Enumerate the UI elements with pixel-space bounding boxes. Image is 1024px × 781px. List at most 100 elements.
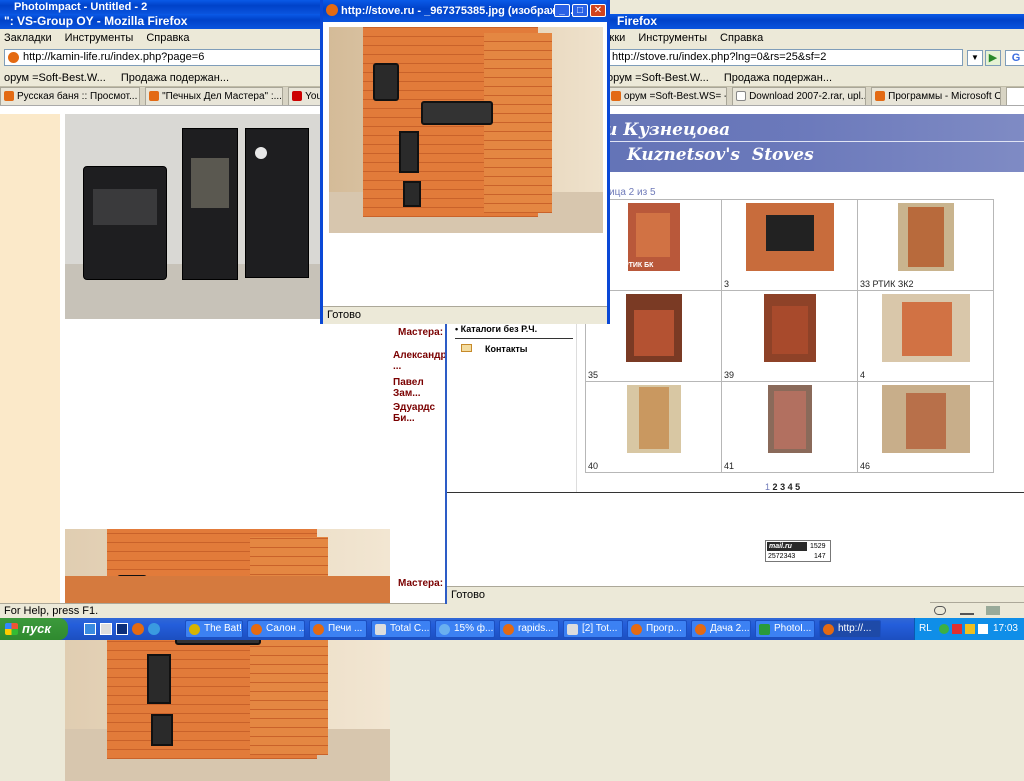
envelope-icon xyxy=(461,344,472,352)
minimize-button[interactable]: _ xyxy=(554,4,570,17)
master-eduards-link[interactable]: Эдуардс Би... xyxy=(393,402,450,424)
taskbar-item-rapidshare[interactable]: rapids... xyxy=(499,620,559,638)
mailru-logo: mail.ru xyxy=(767,542,807,551)
popup-titlebar[interactable]: http://stove.ru - _967375385.jpg (изобра… xyxy=(323,0,607,22)
sidebar-item-catalogs[interactable]: • Каталоги без Р.Ч. xyxy=(455,324,537,334)
ie-icon[interactable] xyxy=(148,623,160,635)
banner-title-ru: и Кузнецова xyxy=(605,120,731,140)
master-alexander-link[interactable]: Александр ... xyxy=(393,350,450,372)
taskbar-item-thebat[interactable]: The Bat! xyxy=(185,620,243,638)
window-title: ": VS-Group OY - Mozilla Firefox xyxy=(4,14,188,28)
image-popup-window: http://stove.ru - _967375385.jpg (изобра… xyxy=(320,0,610,324)
meter-icon xyxy=(960,606,974,615)
page-link-5[interactable]: 5 xyxy=(795,482,800,492)
counter-value: 147 xyxy=(814,553,826,560)
tab-download[interactable]: Download 2007-2.rar, upl... xyxy=(732,87,867,105)
firefox-icon[interactable] xyxy=(132,623,144,635)
tray-icon[interactable] xyxy=(952,624,962,634)
tab-active[interactable]: Пе xyxy=(1006,87,1024,105)
bookmark-sale[interactable]: Продажа подержан... xyxy=(121,72,229,84)
brick-stove-photo[interactable] xyxy=(65,529,390,781)
tab-russian-bath[interactable]: Русская баня :: Просмот... xyxy=(0,87,140,105)
window-title: http://stove.ru - _967375385.jpg (изобра… xyxy=(341,5,580,17)
status-icons xyxy=(930,602,1024,618)
tab-favicon xyxy=(611,91,621,101)
page-link-4[interactable]: 4 xyxy=(788,482,793,492)
close-button[interactable]: ✕ xyxy=(590,4,606,17)
taskbar-item-download[interactable]: 15% ф... xyxy=(435,620,495,638)
taskbar-item-dacha[interactable]: Дача 2... xyxy=(691,620,751,638)
clock[interactable]: 17:03 xyxy=(993,623,1018,634)
site-favicon xyxy=(8,52,19,63)
taskbar-item-programs[interactable]: Прогр... xyxy=(627,620,687,638)
thumb-cell[interactable]: 33 РТИК ЗК2 xyxy=(857,199,994,291)
status-bar: Готово xyxy=(323,306,607,324)
pagination: 1 2 3 4 5 xyxy=(765,482,800,492)
tab-favicon xyxy=(875,91,886,101)
url-text: http://kamin-life.ru/index.php?page=6 xyxy=(23,51,205,63)
youtube-icon xyxy=(292,91,303,101)
quicklaunch-icon[interactable] xyxy=(116,623,128,635)
tab-favicon xyxy=(149,91,160,101)
window-title: PhotoImpact - Untitled - 2 xyxy=(14,1,148,13)
page-counter-text: ица 2 из 5 xyxy=(609,187,656,198)
maximize-button[interactable]: □ xyxy=(572,4,588,17)
window-title: Firefox xyxy=(617,14,658,28)
left-margin-decor xyxy=(0,114,60,604)
taskbar-item-totalcmd-2[interactable]: [2] Tot... xyxy=(563,620,623,638)
status-bar: For Help, press F1. xyxy=(0,603,450,618)
taskbar-item-totalcmd[interactable]: Total C... xyxy=(371,620,431,638)
mailru-counter[interactable]: mail.ru 1529 2572343 147 xyxy=(765,540,831,562)
taskbar-item-pechi[interactable]: Печи ... xyxy=(309,620,367,638)
popup-content xyxy=(323,22,607,306)
page-link-2[interactable]: 2 xyxy=(773,482,778,492)
menu-help[interactable]: Справка xyxy=(720,32,763,44)
dropdown-arrow-icon[interactable]: ▼ xyxy=(967,50,983,66)
thumb-cell[interactable]: 4 xyxy=(857,290,994,382)
tab-stove-masters[interactable]: "Печных Дел Мастера" :... xyxy=(145,87,284,105)
tab-forum[interactable]: орум =Soft-Best.WS= -... xyxy=(607,87,727,105)
language-indicator[interactable]: RL xyxy=(919,618,932,640)
bookmark-forum[interactable]: орум =Soft-Best.W... xyxy=(4,72,106,84)
monitor-icon xyxy=(986,606,1000,615)
sidebar-item-contacts[interactable]: Контакты xyxy=(485,344,527,354)
taskbar-item-photoimpact[interactable]: PhotoI... xyxy=(755,620,815,638)
menu-tools[interactable]: Инструменты xyxy=(638,32,707,44)
taskbar-item-salon[interactable]: Салон ... xyxy=(247,620,305,638)
tab-favicon xyxy=(4,91,14,101)
quicklaunch-icon[interactable] xyxy=(84,623,96,635)
volume-icon[interactable] xyxy=(978,624,988,634)
google-search-icon[interactable]: G xyxy=(1005,50,1024,66)
go-arrow-icon[interactable]: ▶ xyxy=(985,50,1001,66)
brick-stove-image[interactable] xyxy=(329,27,603,233)
page-icon xyxy=(736,91,747,101)
menu-help[interactable]: Справка xyxy=(146,32,189,44)
bookmark-forum[interactable]: орум =Soft-Best.W... xyxy=(607,72,709,84)
windows-logo-icon xyxy=(5,623,18,635)
thumb-cell[interactable]: 3 xyxy=(721,199,858,291)
master-pavel-link[interactable]: Павел Зам... xyxy=(393,377,450,399)
start-button[interactable]: пуск xyxy=(0,618,68,640)
page-link-1[interactable]: 1 xyxy=(765,482,770,492)
thumbnail-grid: РТИК БК 3 33 РТИК ЗК2 35 39 4 40 41 46 xyxy=(585,199,994,473)
taskbar: пуск The Bat! Салон ... Печи ... Total C… xyxy=(0,618,1024,640)
tray-icon[interactable] xyxy=(939,624,949,634)
thumb-cell[interactable]: 39 xyxy=(721,290,858,382)
url-input[interactable]: http://stove.ru/index.php?lng=0&rs=25&sf… xyxy=(607,49,963,66)
menu-bookmarks[interactable]: Закладки xyxy=(4,32,52,44)
thumb-cell[interactable]: 40 xyxy=(585,381,722,473)
page-link-3[interactable]: 3 xyxy=(780,482,785,492)
system-tray: RL 17:03 xyxy=(914,618,1024,640)
bookmark-sale[interactable]: Продажа подержан... xyxy=(724,72,832,84)
url-text: http://stove.ru/index.php?lng=0&rs=25&sf… xyxy=(612,51,827,63)
thumb-cell[interactable]: 41 xyxy=(721,381,858,473)
banner-title-en: Kuznetsov's Stoves xyxy=(627,145,814,165)
thumb-cell[interactable]: 46 xyxy=(857,381,994,473)
quicklaunch-icon[interactable] xyxy=(100,623,112,635)
masters-label: Мастера: xyxy=(398,327,444,338)
tray-icon[interactable] xyxy=(965,624,975,634)
taskbar-item-image-popup[interactable]: http://... xyxy=(819,620,881,638)
menu-tools[interactable]: Инструменты xyxy=(65,32,134,44)
next-photo-strip xyxy=(65,576,390,604)
tab-programs[interactable]: Программы - Microsoft Of... xyxy=(871,87,1002,105)
